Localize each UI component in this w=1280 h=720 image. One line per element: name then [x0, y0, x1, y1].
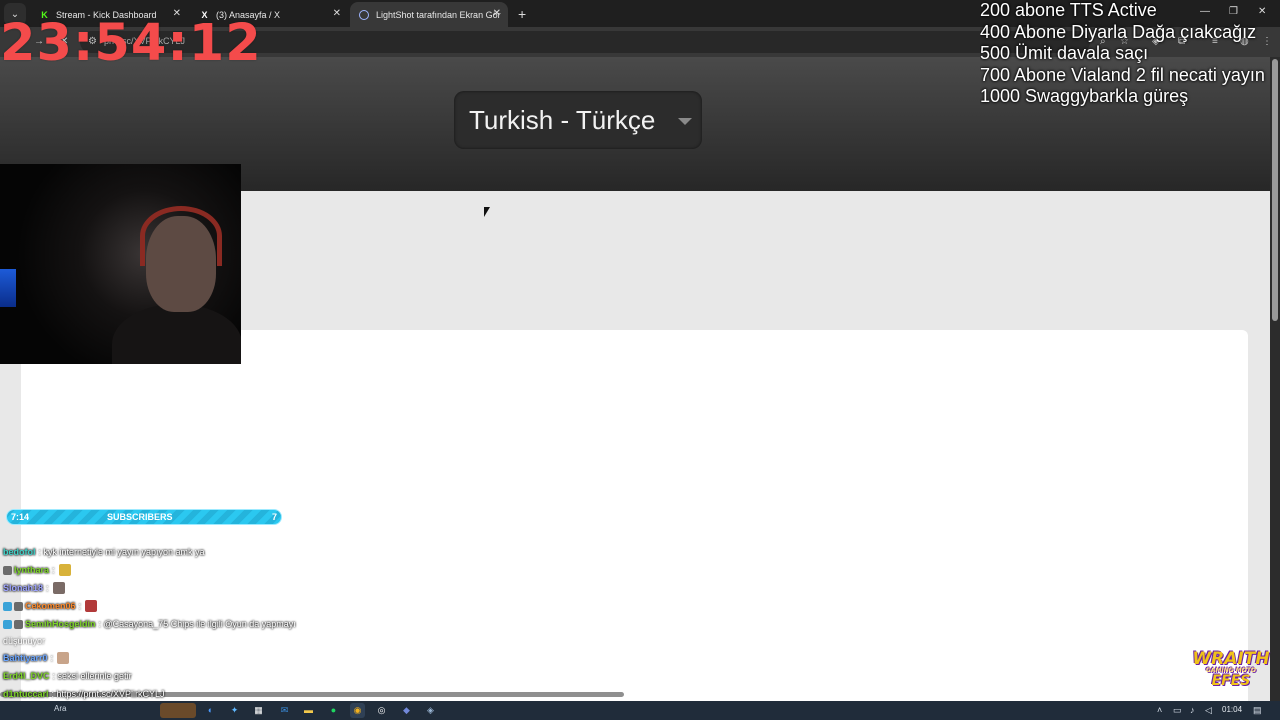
- goal-item: 400 Abone Diyarla Dağa çıakcağız: [980, 21, 1257, 42]
- vertical-scrollbar[interactable]: [1270, 57, 1280, 701]
- notification-icon[interactable]: ▤: [1253, 705, 1262, 716]
- language-select[interactable]: Turkish - Türkçe: [454, 91, 702, 149]
- chat-username: Cekomen06: [25, 601, 76, 611]
- chat-username: lynthara: [14, 565, 50, 575]
- chat-username: Bahtiyarr0: [3, 653, 48, 663]
- goal-item: 200 abone TTS Active: [980, 0, 1157, 20]
- subscriber-count-left: 7:14: [11, 512, 30, 522]
- search-placeholder: Ara: [54, 704, 67, 713]
- chat-username: Slonah18: [3, 583, 44, 593]
- explorer-icon[interactable]: ▬: [301, 703, 316, 718]
- subscriber-badge-icon: [3, 601, 12, 611]
- chat-emote-icon: [52, 582, 65, 594]
- logo-text: EFES: [1211, 673, 1251, 689]
- tab-lightshot[interactable]: LightShot tarafından Ekran Gör ✕: [350, 2, 508, 27]
- language-select-value: Turkish - Türkçe: [469, 105, 656, 135]
- steam-icon[interactable]: ◈: [423, 703, 438, 718]
- chat-username: bedofol: [3, 547, 36, 557]
- chat-message: Bahtiyarr0:: [3, 649, 343, 667]
- taskbar-clock[interactable]: 01:04: [1222, 705, 1242, 714]
- spotify-icon[interactable]: ●: [326, 703, 341, 718]
- chat-message: Slonah18:: [3, 579, 343, 597]
- microphone-icon[interactable]: ♪: [1190, 705, 1195, 715]
- moderator-badge-icon: [14, 619, 23, 629]
- chat-message: Erd4l_DVC: seksi ellerinle getir: [3, 667, 343, 685]
- edge-icon[interactable]: ◐: [203, 703, 218, 718]
- chat-text: :: [46, 583, 49, 593]
- moderator-badge-icon: [3, 565, 12, 575]
- chat-message: lynthara:: [3, 561, 343, 579]
- network-icon[interactable]: ▭: [1173, 705, 1182, 716]
- windows-taskbar: Ara ◐ ✦ ▦ ✉ ▬ ● ◉ ◎ ◆ ◈ ˄ ▭ ♪ ◁ 01:04 ▤: [0, 701, 1280, 720]
- chrome-icon[interactable]: ◉: [350, 703, 365, 718]
- goal-item: 1000 Swaggybarkla güreş: [980, 86, 1189, 106]
- goal-item: 500 Ümit davala saçı: [980, 43, 1149, 63]
- close-icon[interactable]: ✕: [493, 8, 501, 19]
- tab-title: LightShot tarafından Ekran Gör: [376, 9, 501, 20]
- subscriber-goals: 200 abone TTS Active 400 Abone Diyarla D…: [980, 0, 1280, 108]
- webcam-feed: [0, 164, 241, 364]
- new-tab-button[interactable]: +: [518, 6, 526, 22]
- chat-text: : @Casayona_75 Chips ile ilgili Oyun da …: [98, 619, 296, 629]
- tray-chevron-icon[interactable]: ˄: [1157, 705, 1162, 715]
- wraith-logo: WRAITH GAMING MOTO EFES: [1190, 649, 1272, 689]
- chat-text: : kyk internetiyle mi yayın yapıyon amk …: [38, 547, 205, 557]
- chat-text: : https://prnt.sc/XVPlirkCYLJ: [51, 689, 165, 699]
- stream-timer: 23:54:12: [0, 14, 262, 73]
- headset: [140, 206, 222, 266]
- chat-emote-icon: [58, 564, 71, 576]
- copilot-icon[interactable]: ✦: [227, 703, 242, 718]
- chat-username: SemihHosgeldin: [25, 619, 96, 629]
- caret-down-icon: [678, 118, 692, 125]
- obs-icon[interactable]: ◎: [374, 703, 389, 718]
- subscriber-label: SUBSCRIBERS: [107, 512, 173, 522]
- screen: ⌄ K Stream - Kick Dashboard ✕ X (3) Anas…: [0, 0, 1280, 720]
- webcam-person-body: [112, 304, 241, 364]
- goal-item: 700 Abone Vialand 2 fil necati yayın: [980, 64, 1265, 85]
- subscriber-progress-bar: 7:14 SUBSCRIBERS 7: [6, 509, 282, 525]
- chat-message: Cekomen06:: [3, 597, 343, 615]
- taskbar-news-icon[interactable]: [160, 703, 196, 718]
- chat-emote-icon: [57, 652, 70, 664]
- calculator-icon[interactable]: ▦: [251, 703, 266, 718]
- chat-text: :: [50, 653, 54, 663]
- chat-text: : seksi ellerinle getir: [52, 671, 132, 681]
- chat-emote-icon: [85, 600, 98, 612]
- subscriber-count-right: 7: [271, 512, 277, 522]
- outlook-icon[interactable]: ✉: [277, 703, 292, 718]
- chat-text: düşünüyor: [3, 636, 46, 646]
- volume-icon[interactable]: ◁: [1205, 705, 1212, 716]
- taskbar-search[interactable]: Ara: [4, 704, 74, 717]
- chat-overlay: bedofol: kyk internetiyle mi yayın yapıy…: [3, 543, 343, 703]
- discord-icon[interactable]: ◆: [399, 703, 414, 718]
- mouse-cursor-icon: [484, 207, 490, 217]
- chat-text: :: [52, 565, 55, 575]
- subscriber-badge-icon: [3, 619, 12, 629]
- chat-message: düşünüyor: [3, 633, 343, 649]
- close-icon[interactable]: ✕: [333, 8, 341, 19]
- chat-username: d1ntuccarl: [3, 689, 49, 699]
- webcam-light: [0, 269, 16, 307]
- chat-username: Erd4l_DVC: [3, 671, 50, 681]
- chat-message: SemihHosgeldin: @Casayona_75 Chips ile i…: [3, 615, 343, 633]
- chat-text: :: [78, 601, 82, 611]
- logo-text: WRAITH: [1192, 649, 1270, 669]
- chat-message: bedofol: kyk internetiyle mi yayın yapıy…: [3, 543, 343, 561]
- lightshot-icon: [359, 10, 369, 20]
- moderator-badge-icon: [14, 601, 23, 611]
